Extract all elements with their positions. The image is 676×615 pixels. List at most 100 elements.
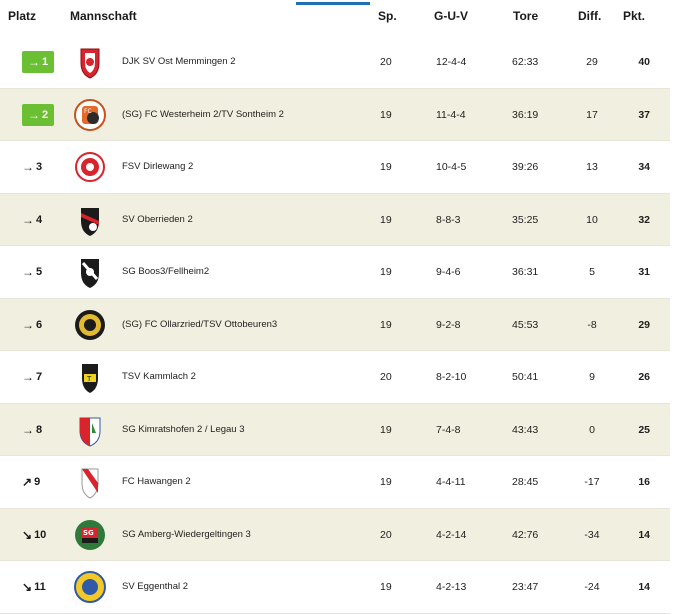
table-row[interactable]: → 4 SV Oberrieden 2 19 8-8-3 35:25 10 32 [0, 193, 670, 246]
rank-badge: → 6 [22, 314, 54, 336]
team-name-link[interactable]: SV Eggenthal 2 [122, 581, 188, 592]
win-draw-loss: 9-2-8 [436, 318, 461, 331]
points: 31 [638, 266, 650, 278]
table-row[interactable]: → 5 SG Boos3/Fellheim2 19 9-4-6 36:31 5 31 [0, 246, 670, 299]
rank-badge: ↗ 9 [22, 471, 54, 493]
games-played: 19 [380, 318, 392, 331]
team-name-link[interactable]: SG Amberg-Wiedergeltingen 3 [122, 529, 251, 540]
goal-difference: 5 [589, 266, 595, 278]
goal-difference: -24 [584, 581, 600, 593]
goals: 62:33 [512, 56, 539, 68]
team-name-link[interactable]: FSV Dirlewang 2 [122, 161, 193, 172]
points: 32 [638, 213, 650, 226]
rank-badge: → 5 [22, 261, 54, 283]
header-tore[interactable]: Tore [513, 9, 538, 23]
goal-difference: 17 [586, 108, 598, 121]
win-draw-loss: 8-8-3 [436, 213, 461, 226]
rank-badge: → 8 [22, 419, 54, 441]
rank-number: 3 [36, 161, 43, 173]
blue-yellow-round-crest-icon [71, 568, 109, 606]
points: 14 [638, 528, 650, 541]
goal-difference: 10 [586, 213, 598, 226]
goals: 43:43 [512, 423, 539, 436]
games-played: 19 [380, 161, 392, 173]
table-row[interactable]: → 6 (SG) FC Ollarzried/TSV Ottobeuren3 19 9-… [0, 298, 670, 351]
win-draw-loss: 4-2-14 [436, 528, 467, 541]
team-name-link[interactable]: SV Oberrieden 2 [122, 214, 193, 225]
goals: 36:19 [512, 108, 539, 121]
goal-difference: 29 [586, 56, 598, 68]
standings-table: → 1 DJK SV Ost Memmingen 2 20 12-4-4 62:33 29 4… [0, 36, 670, 614]
table-row[interactable]: ↘ 10 SG SG Amberg-Wiedergeltingen 3 20 4-2-14… [0, 508, 670, 561]
fc-round-crest-icon: FC [71, 96, 109, 134]
table-row[interactable]: ↘ 11 SV Eggenthal 2 19 4-2-13 23:47 -24 14 [0, 561, 670, 614]
goal-difference: -8 [587, 318, 597, 331]
win-draw-loss: 10-4-5 [436, 161, 467, 173]
rank-number: 11 [34, 581, 46, 593]
svg-text:FC: FC [84, 108, 92, 115]
trend-arrow-icon: → [22, 422, 34, 437]
rank-badge: → 4 [22, 209, 54, 231]
goals: 28:45 [512, 476, 539, 488]
trend-arrow-icon: → [27, 107, 40, 122]
rank-number: 7 [36, 371, 43, 383]
table-row[interactable]: ↗ 9 FC Hawangen 2 19 4-4-11 28:45 -17 16 [0, 456, 670, 509]
black-yellow-shield-crest-icon: T [71, 358, 109, 396]
team-name-link[interactable]: (SG) FC Ollarzried/TSV Ottobeuren3 [122, 319, 277, 330]
rank-badge: ↘ 11 [22, 576, 54, 598]
win-draw-loss: 4-2-13 [436, 581, 467, 593]
goals: 50:41 [512, 371, 539, 383]
header-punkte[interactable]: Pkt. [623, 9, 645, 23]
rank-number: 2 [41, 108, 49, 121]
points: 25 [638, 423, 650, 436]
rank-badge: → 2 [22, 103, 54, 126]
games-played: 19 [380, 581, 392, 593]
table-row[interactable]: → 8 SG Kimratshofen 2 / Legau 3 19 7-4-8 43:4… [0, 403, 670, 456]
table-row[interactable]: → 1 DJK SV Ost Memmingen 2 20 12-4-4 62:33 29 4… [0, 36, 670, 89]
goal-difference: 0 [589, 423, 595, 436]
games-played: 19 [380, 423, 392, 436]
header-guv[interactable]: G-U-V [434, 9, 468, 23]
trend-arrow-icon: → [22, 265, 34, 279]
games-played: 19 [380, 108, 392, 121]
trend-arrow-icon: ↗ [22, 475, 33, 489]
rank-number: 8 [36, 423, 43, 436]
rank-badge: → 7 [22, 366, 54, 388]
trend-arrow-icon: → [27, 55, 40, 69]
goals: 42:76 [512, 528, 539, 541]
table-row[interactable]: → 7 T TSV Kammlach 2 20 8-2-10 50:41 9 26 [0, 351, 670, 404]
sg-green-red-round-crest-icon: SG [71, 516, 109, 554]
header-mannschaft[interactable]: Mannschaft [70, 9, 137, 23]
games-played: 19 [380, 213, 392, 226]
win-draw-loss: 4-4-11 [436, 476, 466, 488]
header-differenz[interactable]: Diff. [578, 9, 601, 23]
rank-badge: → 3 [22, 156, 54, 178]
win-draw-loss: 12-4-4 [436, 56, 467, 68]
rank-number: 4 [36, 213, 43, 226]
table-row[interactable]: → 3 FSV Dirlewang 2 19 10-4-5 39:26 13 34 [0, 141, 670, 194]
points: 26 [638, 371, 650, 383]
table-row[interactable]: → 2 FC (SG) FC Westerheim 2/TV Sontheim 2 19… [0, 88, 670, 141]
goals: 39:26 [512, 161, 539, 173]
win-draw-loss: 11-4-4 [436, 108, 466, 121]
win-draw-loss: 9-4-6 [436, 266, 461, 278]
games-played: 20 [380, 371, 392, 383]
team-name-link[interactable]: SG Kimratshofen 2 / Legau 3 [122, 424, 245, 435]
svg-text:T: T [86, 375, 92, 383]
team-name-link[interactable]: (SG) FC Westerheim 2/TV Sontheim 2 [122, 109, 284, 120]
team-name-link[interactable]: FC Hawangen 2 [122, 476, 191, 487]
goals: 35:25 [512, 213, 539, 226]
red-white-shield-crest-icon [71, 43, 109, 81]
header-spiele[interactable]: Sp. [378, 9, 397, 23]
team-name-link[interactable]: SG Boos3/Fellheim2 [122, 266, 209, 277]
rank-number: 9 [34, 476, 41, 488]
team-name-link[interactable]: TSV Kammlach 2 [122, 371, 196, 382]
goal-difference: 13 [586, 161, 598, 173]
games-played: 19 [380, 266, 392, 278]
team-name-link[interactable]: DJK SV Ost Memmingen 2 [122, 56, 236, 67]
goals: 23:47 [512, 581, 539, 593]
red-blue-green-crest-icon [71, 411, 109, 449]
header-platz[interactable]: Platz [8, 9, 36, 23]
rank-number: 1 [41, 56, 49, 68]
points: 14 [638, 581, 650, 593]
